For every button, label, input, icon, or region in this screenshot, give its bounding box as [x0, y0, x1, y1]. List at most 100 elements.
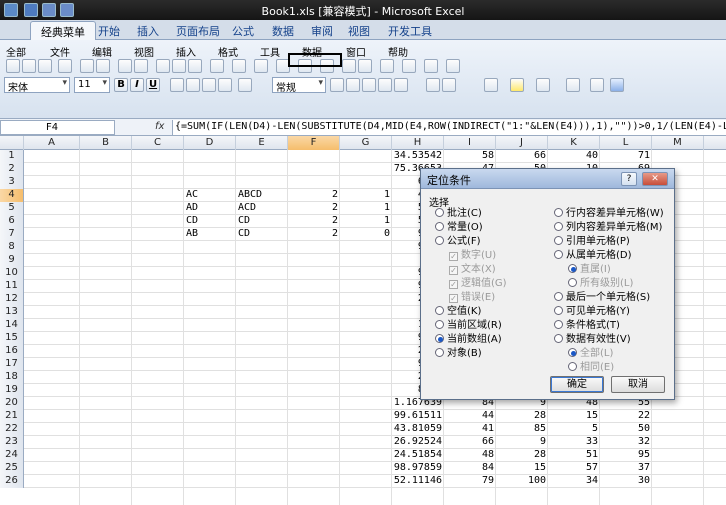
row-header[interactable]: 24 [0, 449, 24, 462]
print-preview-icon[interactable] [96, 59, 110, 73]
font-color-icon[interactable] [536, 78, 550, 92]
cell-H1[interactable]: 34.53542 [392, 150, 442, 162]
column-header-K[interactable]: K [548, 136, 600, 150]
option-right-9[interactable]: 数据有效性(V) [554, 334, 631, 346]
option-left-7[interactable]: 空值(K) [435, 306, 481, 318]
percent-icon[interactable] [346, 78, 360, 92]
row-header[interactable]: 23 [0, 436, 24, 449]
cell-I22[interactable]: 41 [444, 423, 494, 435]
menu-item-8[interactable]: 窗口 [346, 44, 366, 59]
column-header-E[interactable]: E [236, 136, 288, 150]
row-header[interactable]: 3 [0, 176, 24, 189]
tab-7[interactable]: 视图 [348, 23, 370, 39]
cell-J1[interactable]: 66 [496, 150, 546, 162]
radio-icon[interactable] [554, 306, 563, 315]
merge-center-icon[interactable] [238, 78, 252, 92]
cell-I21[interactable]: 44 [444, 410, 494, 422]
option-right-2[interactable]: 引用单元格(P) [554, 236, 630, 248]
cell-K22[interactable]: 5 [548, 423, 598, 435]
cell-K21[interactable]: 15 [548, 410, 598, 422]
cell-H23[interactable]: 26.92524 [392, 436, 442, 448]
row-header[interactable]: 14 [0, 319, 24, 332]
research-icon[interactable] [134, 59, 148, 73]
copy-icon[interactable] [172, 59, 186, 73]
cell-I25[interactable]: 84 [444, 462, 494, 474]
cell-G5[interactable]: 1 [340, 202, 390, 214]
radio-icon[interactable] [554, 250, 563, 259]
option-left-2[interactable]: 公式(F) [435, 236, 481, 248]
find-icon[interactable] [590, 78, 604, 92]
new-icon[interactable] [6, 59, 20, 73]
radio-icon[interactable] [554, 292, 563, 301]
row-header[interactable]: 2 [0, 163, 24, 176]
row-header[interactable]: 20 [0, 397, 24, 410]
cell-J23[interactable]: 9 [496, 436, 546, 448]
decrease-indent-icon[interactable] [426, 78, 440, 92]
row-header[interactable]: 17 [0, 358, 24, 371]
italic-button[interactable]: I [130, 78, 144, 92]
menu-item-6[interactable]: 工具 [260, 44, 280, 59]
option-left-8[interactable]: 当前区域(R) [435, 320, 502, 332]
column-header-H[interactable]: H [392, 136, 444, 150]
paste-icon[interactable] [188, 59, 202, 73]
zoom-icon[interactable] [424, 59, 438, 73]
close-icon[interactable]: ✕ [642, 172, 668, 186]
column-header-B[interactable]: B [80, 136, 132, 150]
row-header[interactable]: 25 [0, 462, 24, 475]
radio-icon[interactable] [435, 334, 444, 343]
borders-icon[interactable] [484, 78, 498, 92]
column-header-G[interactable]: G [340, 136, 392, 150]
cell-L23[interactable]: 32 [600, 436, 650, 448]
cell-I24[interactable]: 48 [444, 449, 494, 461]
row-header[interactable]: 5 [0, 202, 24, 215]
menu-item-5[interactable]: 格式 [218, 44, 238, 59]
radio-icon[interactable] [435, 208, 444, 217]
cell-K1[interactable]: 40 [548, 150, 598, 162]
tab-2[interactable]: 插入 [137, 23, 159, 39]
option-right-0[interactable]: 行内容差异单元格(W) [554, 208, 664, 220]
row-header[interactable]: 8 [0, 241, 24, 254]
align-right-icon[interactable] [202, 78, 216, 92]
formula-input[interactable]: {=SUM(IF(LEN(D4)-LEN(SUBSTITUTE(D4,MID(E… [172, 120, 726, 135]
menu-item-1[interactable]: 文件 [50, 44, 70, 59]
column-header-F[interactable]: F [288, 136, 340, 150]
radio-icon[interactable] [435, 320, 444, 329]
column-header-I[interactable]: I [444, 136, 496, 150]
spelling-icon[interactable] [118, 59, 132, 73]
help-icon[interactable] [610, 78, 624, 92]
insert-function-icon[interactable]: fx [155, 121, 164, 132]
cell-I1[interactable]: 58 [444, 150, 494, 162]
cell-H24[interactable]: 24.51854 [392, 449, 442, 461]
tab-3[interactable]: 页面布局 [176, 23, 220, 39]
cut-icon[interactable] [156, 59, 170, 73]
row-header[interactable]: 26 [0, 475, 24, 488]
column-header-J[interactable]: J [496, 136, 548, 150]
cell-D7[interactable]: AB [184, 228, 234, 240]
row-header[interactable]: 21 [0, 410, 24, 423]
cell-E4[interactable]: ABCD [236, 189, 286, 201]
drawing-icon[interactable] [402, 59, 416, 73]
cell-H25[interactable]: 98.97859 [392, 462, 442, 474]
row-header[interactable]: 16 [0, 345, 24, 358]
styles-icon[interactable] [566, 78, 580, 92]
radio-icon[interactable] [554, 236, 563, 245]
format-painter-icon[interactable] [210, 59, 224, 73]
help-icon[interactable] [446, 59, 460, 73]
cell-E7[interactable]: CD [236, 228, 286, 240]
column-header-M[interactable]: M [652, 136, 704, 150]
cell-L1[interactable]: 71 [600, 150, 650, 162]
tab-4[interactable]: 公式 [232, 23, 254, 39]
font-size-select[interactable]: 11 [74, 77, 110, 93]
cell-L24[interactable]: 95 [600, 449, 650, 461]
row-header[interactable]: 10 [0, 267, 24, 280]
row-header[interactable]: 7 [0, 228, 24, 241]
column-header-A[interactable]: A [24, 136, 80, 150]
radio-icon[interactable] [554, 208, 563, 217]
cell-J25[interactable]: 15 [496, 462, 546, 474]
cell-G7[interactable]: 0 [340, 228, 390, 240]
font-name-select[interactable]: 宋体 [4, 77, 70, 94]
row-header[interactable]: 19 [0, 384, 24, 397]
cell-I26[interactable]: 79 [444, 475, 494, 487]
cell-J24[interactable]: 28 [496, 449, 546, 461]
cell-F7[interactable]: 2 [288, 228, 338, 240]
